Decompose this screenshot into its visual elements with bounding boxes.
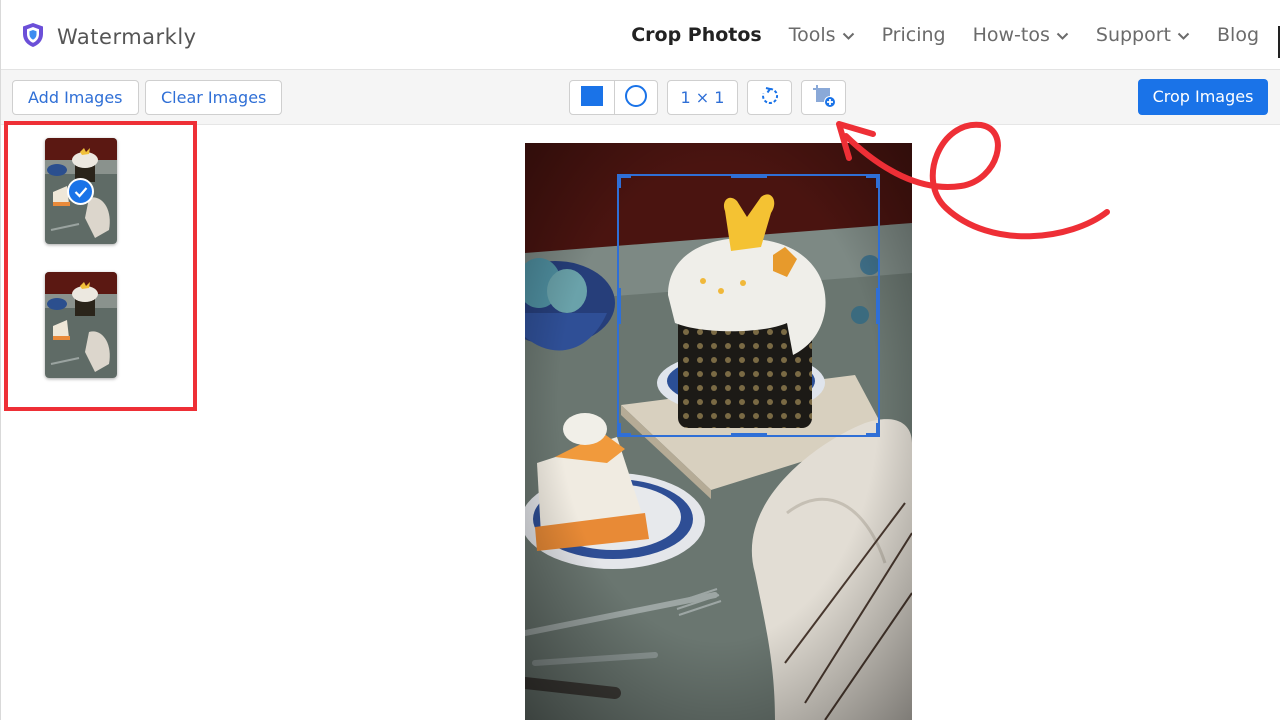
app-window: Watermarkly Crop Photos Tools Pricing Ho… [0,0,1280,720]
nav-label: How-tos [972,24,1050,46]
nav-label: Blog [1217,24,1259,46]
nav-support[interactable]: Support [1096,24,1190,46]
aspect-ratio-button[interactable]: 1 × 1 [667,80,738,115]
crop-images-button[interactable]: Crop Images [1138,79,1268,115]
rotate-button[interactable] [747,80,792,115]
crop-handle-top-left-v[interactable] [617,174,621,188]
circle-shape-button[interactable] [613,81,658,114]
add-images-button[interactable]: Add Images [12,80,139,115]
chevron-down-icon [842,24,855,46]
selected-check-icon [67,178,94,205]
chevron-down-icon [1177,24,1190,46]
annotation-arrow-icon [821,100,1121,250]
nav-pricing[interactable]: Pricing [882,24,946,46]
nav-label: Tools [788,24,836,46]
rectangle-shape-icon [580,85,603,110]
crop-handle-bottom-right-v[interactable] [876,423,880,437]
nav-crop-photos[interactable]: Crop Photos [631,24,762,46]
nav-label: Support [1095,24,1171,46]
clear-images-button[interactable]: Clear Images [145,80,283,115]
crop-handle-left[interactable] [617,288,621,324]
crop-shape-toggle [569,80,658,115]
crop-handle-top[interactable] [731,174,767,178]
nav-how-tos[interactable]: How-tos [973,24,1069,46]
top-navbar: Watermarkly Crop Photos Tools Pricing Ho… [1,0,1280,70]
app-name: Watermarkly [57,25,197,49]
logo[interactable]: Watermarkly [21,22,197,52]
nav-label: Pricing [881,24,946,46]
nav-tools[interactable]: Tools [789,24,855,46]
nav-blog[interactable]: Blog [1217,24,1259,46]
crop-handle-right[interactable] [876,288,880,324]
circle-shape-icon [624,84,648,112]
rotate-icon [760,86,780,110]
main-nav: Crop Photos Tools Pricing How-tos Suppor… [631,24,1259,46]
rectangle-shape-button[interactable] [570,81,614,114]
crop-handle-bottom-left-v[interactable] [617,423,621,437]
crop-handle-bottom[interactable] [731,433,767,437]
shield-logo-icon [21,22,45,52]
chevron-down-icon [1056,24,1069,46]
thumbnail-2[interactable] [45,272,117,378]
nav-label: Crop Photos [631,24,762,46]
